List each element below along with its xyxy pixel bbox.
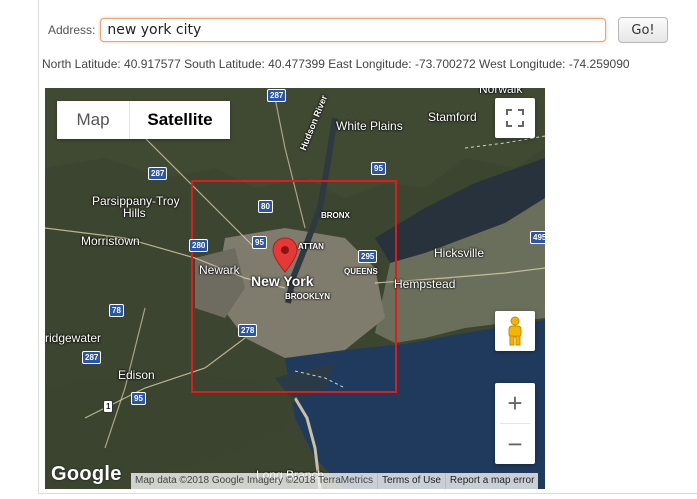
map-attribution-bar: Map data ©2018 Google Imagery ©2018 Terr… [131, 473, 539, 489]
highway-shield: 278 [238, 324, 258, 337]
place-label-city: New York [251, 273, 314, 289]
borough-label: BROOKLYN [285, 292, 331, 301]
highway-shield: 80 [258, 200, 273, 213]
highway-shield: 295 [358, 250, 378, 263]
pegman-icon [508, 316, 522, 346]
street-view-pegman-button[interactable] [495, 311, 535, 351]
borough-label: ATTAN [298, 242, 324, 251]
highway-shield: 95 [371, 162, 386, 175]
fullscreen-icon [506, 109, 524, 127]
report-map-error-link[interactable]: Report a map error [444, 473, 538, 489]
map-type-map-button[interactable]: Map [57, 101, 130, 139]
place-label: Hempstead [394, 277, 456, 291]
address-row: Address: [48, 17, 607, 43]
place-label: Hills [123, 206, 146, 220]
highway-shield: 287 [267, 89, 287, 102]
terms-of-use-link[interactable]: Terms of Use [377, 473, 445, 489]
highway-shield: 95 [131, 392, 146, 405]
place-label: Edison [118, 368, 155, 382]
place-label: Morristown [81, 234, 140, 248]
map-view[interactable]: White Plains Stamford Norwalk Parsippany… [45, 88, 545, 489]
address-label: Address: [48, 23, 96, 37]
place-label: Stamford [428, 110, 477, 124]
borough-label: QUEENS [344, 267, 378, 276]
highway-shield: 1 [103, 400, 114, 413]
place-label: White Plains [336, 119, 403, 133]
highway-shield: 78 [109, 304, 124, 317]
place-label: Hicksville [434, 246, 485, 260]
borough-label: BRONX [321, 211, 350, 220]
zoom-control: + − [495, 383, 535, 464]
place-label: Norwalk [479, 88, 523, 96]
go-button[interactable]: Go! [618, 17, 668, 43]
zoom-out-button[interactable]: − [495, 424, 535, 464]
place-label: Newark [199, 263, 240, 277]
google-logo: Google [51, 463, 122, 485]
address-input[interactable] [100, 18, 607, 42]
coordinates-text: North Latitude: 40.917577 South Latitude… [42, 57, 630, 71]
highway-shield: 280 [189, 239, 209, 252]
highway-shield: 287 [148, 167, 168, 180]
attribution-text: Map data ©2018 Google Imagery ©2018 Terr… [135, 475, 374, 486]
highway-shield: 95 [252, 236, 267, 249]
highway-shield: 495 [530, 231, 545, 244]
zoom-in-button[interactable]: + [495, 383, 535, 423]
fullscreen-button[interactable] [495, 98, 535, 138]
map-type-control: Map Satellite [57, 101, 230, 139]
highway-shield: 287 [82, 351, 102, 364]
map-type-satellite-button[interactable]: Satellite [130, 101, 230, 139]
place-label: ridgewater [45, 331, 102, 345]
